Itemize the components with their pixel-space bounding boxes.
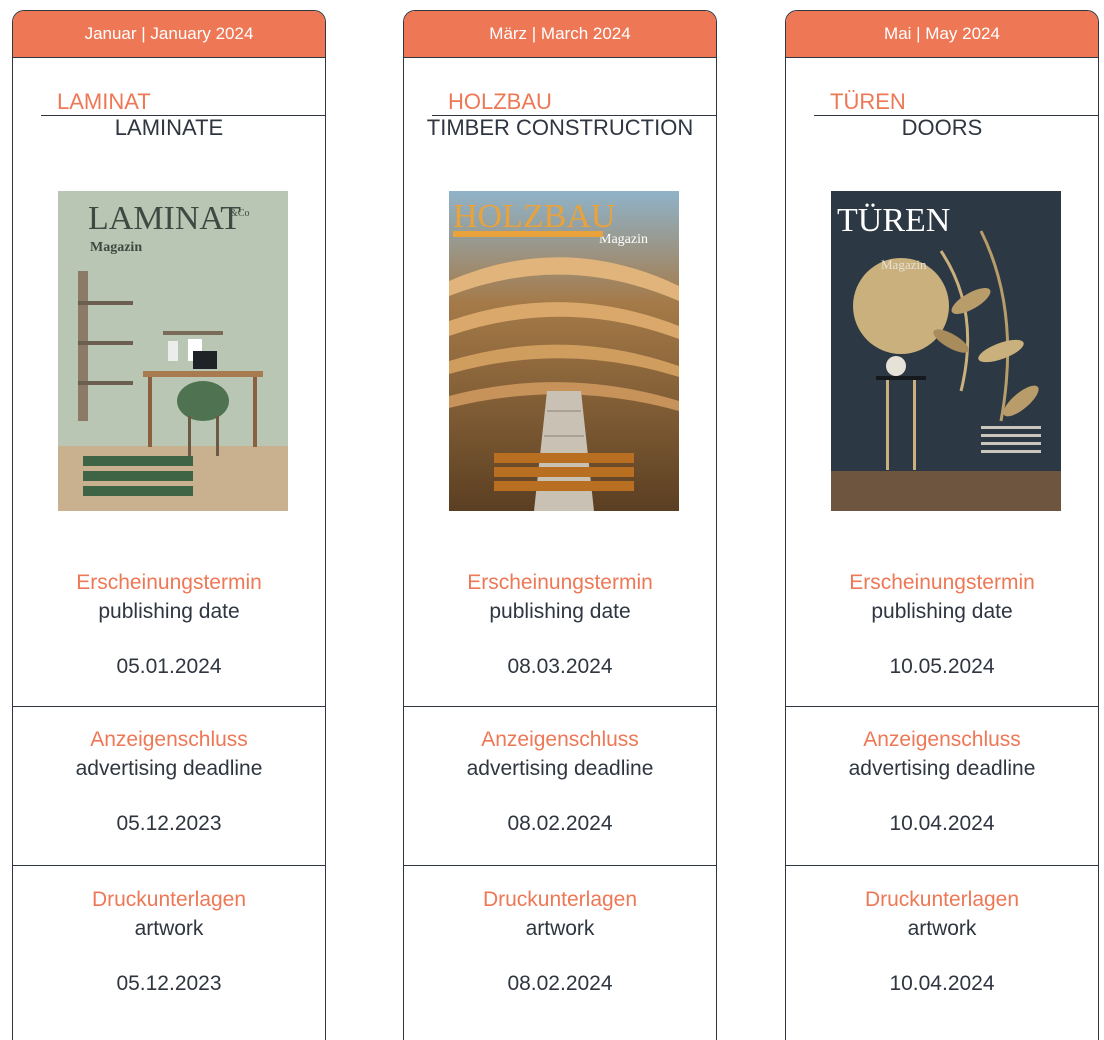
magazine-title-en: LAMINATE: [114, 115, 224, 140]
section-divider: [786, 706, 1098, 707]
magazine-title-de: HOLZBAU: [448, 89, 552, 114]
artwork-label-en: artwork: [134, 917, 204, 941]
artwork-section: Druckunterlagen artwork 10.04.2024: [786, 885, 1098, 996]
section-divider: [404, 865, 716, 866]
publishing-date-section: Erscheinungstermin publishing date 10.05…: [786, 568, 1098, 679]
laminat-cover-image: LAMINAT &Co Magazin: [58, 191, 288, 511]
publishing-label-de: Erscheinungstermin: [467, 571, 653, 594]
artwork-label-de: Druckunterlagen: [864, 888, 1020, 911]
issue-card-january: Januar | January 2024 LAMINAT LAMINATE L…: [12, 10, 326, 1040]
advertising-deadline-section: Anzeigenschluss advertising deadline 05.…: [13, 725, 325, 836]
tueren-cover-image: TÜREN Magazin: [831, 191, 1061, 511]
issue-month-header: Januar | January 2024: [13, 11, 325, 58]
svg-text:TÜREN: TÜREN: [837, 202, 950, 239]
publishing-label-en: publishing date: [98, 600, 240, 624]
magazine-title-de: LAMINAT: [57, 89, 151, 114]
issue-month-header: Mai | May 2024: [786, 11, 1098, 58]
svg-text:Magazin: Magazin: [599, 232, 648, 247]
deadline-label-de: Anzeigenschluss: [863, 728, 1021, 751]
publishing-label-en: publishing date: [489, 600, 631, 624]
artwork-label-de: Druckunterlagen: [91, 888, 247, 911]
advertising-deadline-section: Anzeigenschluss advertising deadline 10.…: [786, 725, 1098, 836]
section-divider: [13, 706, 325, 707]
deadline-date: 10.04.2024: [889, 811, 995, 835]
artwork-date: 08.02.2024: [507, 971, 613, 995]
deadline-label-de: Anzeigenschluss: [481, 728, 639, 751]
svg-text:&Co: &Co: [230, 208, 249, 219]
section-divider: [786, 865, 1098, 866]
publishing-date: 10.05.2024: [889, 654, 995, 678]
magazine-title-en: DOORS: [901, 115, 983, 140]
deadline-label-en: advertising deadline: [466, 757, 654, 781]
deadline-label-de: Anzeigenschluss: [90, 728, 248, 751]
svg-text:Magazin: Magazin: [881, 257, 927, 272]
deadline-date: 08.02.2024: [507, 811, 613, 835]
publishing-date: 05.01.2024: [116, 654, 222, 678]
artwork-label-en: artwork: [907, 917, 977, 941]
issue-card-may: Mai | May 2024 TÜREN DOORS TÜREN Magazin: [785, 10, 1099, 1040]
advertising-deadline-section: Anzeigenschluss advertising deadline 08.…: [404, 725, 716, 836]
artwork-section: Druckunterlagen artwork 08.02.2024: [404, 885, 716, 996]
publishing-label-en: publishing date: [871, 600, 1013, 624]
issue-month-header: März | March 2024: [404, 11, 716, 58]
section-divider: [13, 865, 325, 866]
artwork-section: Druckunterlagen artwork 05.12.2023: [13, 885, 325, 996]
deadline-date: 05.12.2023: [116, 811, 222, 835]
issue-card-march: März | March 2024 HOLZBAU TIMBER CONSTRU…: [403, 10, 717, 1040]
holzbau-cover-image: HOLZBAU Magazin: [449, 191, 679, 511]
artwork-label-de: Druckunterlagen: [482, 888, 638, 911]
publishing-label-de: Erscheinungstermin: [76, 571, 262, 594]
section-divider: [404, 706, 716, 707]
svg-text:HOLZBAU: HOLZBAU: [453, 198, 615, 235]
artwork-date: 10.04.2024: [889, 971, 995, 995]
publishing-label-de: Erscheinungstermin: [849, 571, 1035, 594]
svg-text:LAMINAT: LAMINAT: [88, 200, 241, 237]
artwork-date: 05.12.2023: [116, 971, 222, 995]
magazine-title-en: TIMBER CONSTRUCTION: [426, 115, 694, 140]
deadline-label-en: advertising deadline: [75, 757, 263, 781]
svg-text:Magazin: Magazin: [90, 240, 142, 255]
magazine-title-de: TÜREN: [830, 89, 906, 114]
publishing-date-section: Erscheinungstermin publishing date 08.03…: [404, 568, 716, 679]
publishing-date: 08.03.2024: [507, 654, 613, 678]
artwork-label-en: artwork: [525, 917, 595, 941]
publishing-date-section: Erscheinungstermin publishing date 05.01…: [13, 568, 325, 679]
deadline-label-en: advertising deadline: [848, 757, 1036, 781]
